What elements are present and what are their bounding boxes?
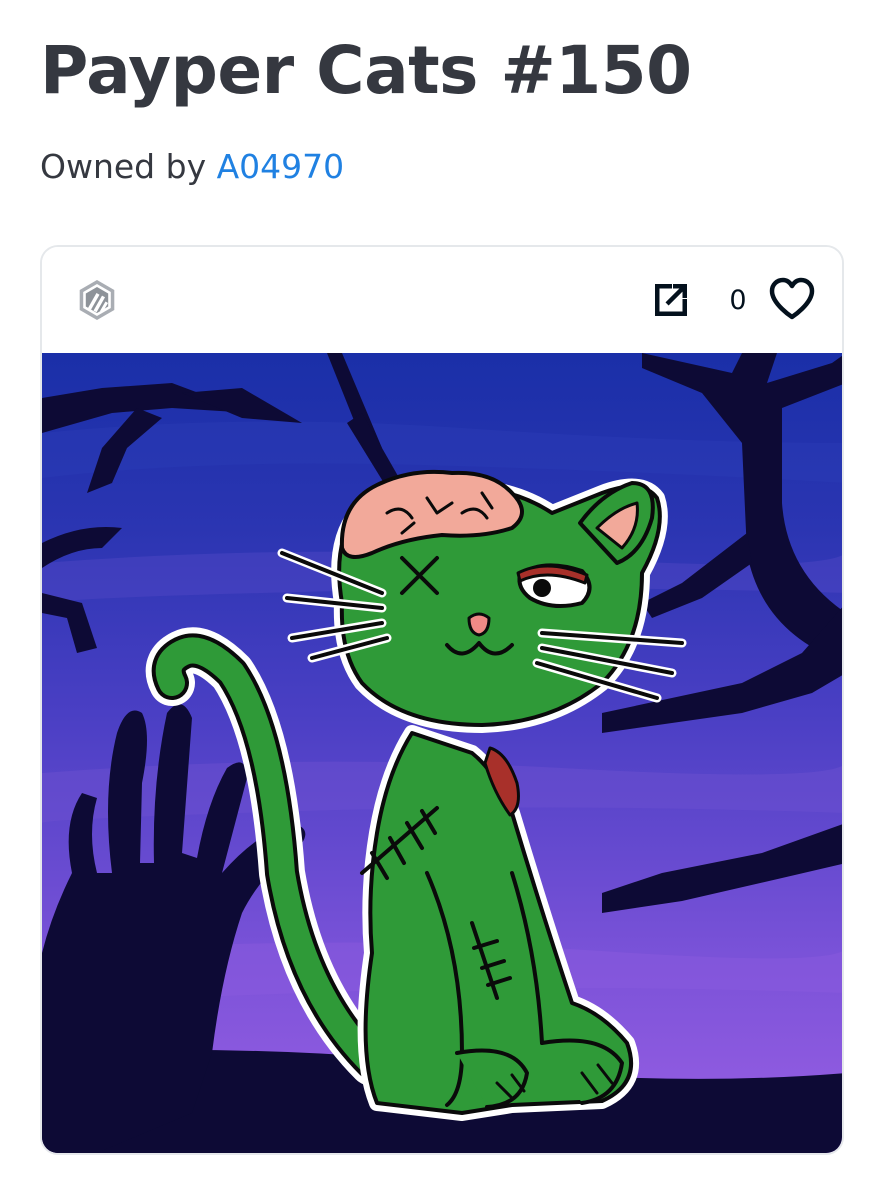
external-link-icon[interactable] <box>650 279 692 321</box>
owner-line: Owned by A04970 <box>40 146 344 188</box>
card-header: 0 <box>42 247 842 353</box>
zombie-cat-illustration <box>42 353 842 1153</box>
page-title: Payper Cats #150 <box>40 32 692 109</box>
owned-by-label: Owned by <box>40 147 207 186</box>
asset-card: 0 <box>40 245 844 1155</box>
heart-outline-icon[interactable] <box>768 277 816 321</box>
arbitrum-logo-icon <box>79 280 115 320</box>
nft-asset-page: Payper Cats #150 Owned by A04970 0 <box>0 0 884 1200</box>
nft-artwork-image[interactable] <box>42 353 842 1153</box>
favorite-count: 0 <box>729 285 747 316</box>
owner-link[interactable]: A04970 <box>217 147 345 186</box>
